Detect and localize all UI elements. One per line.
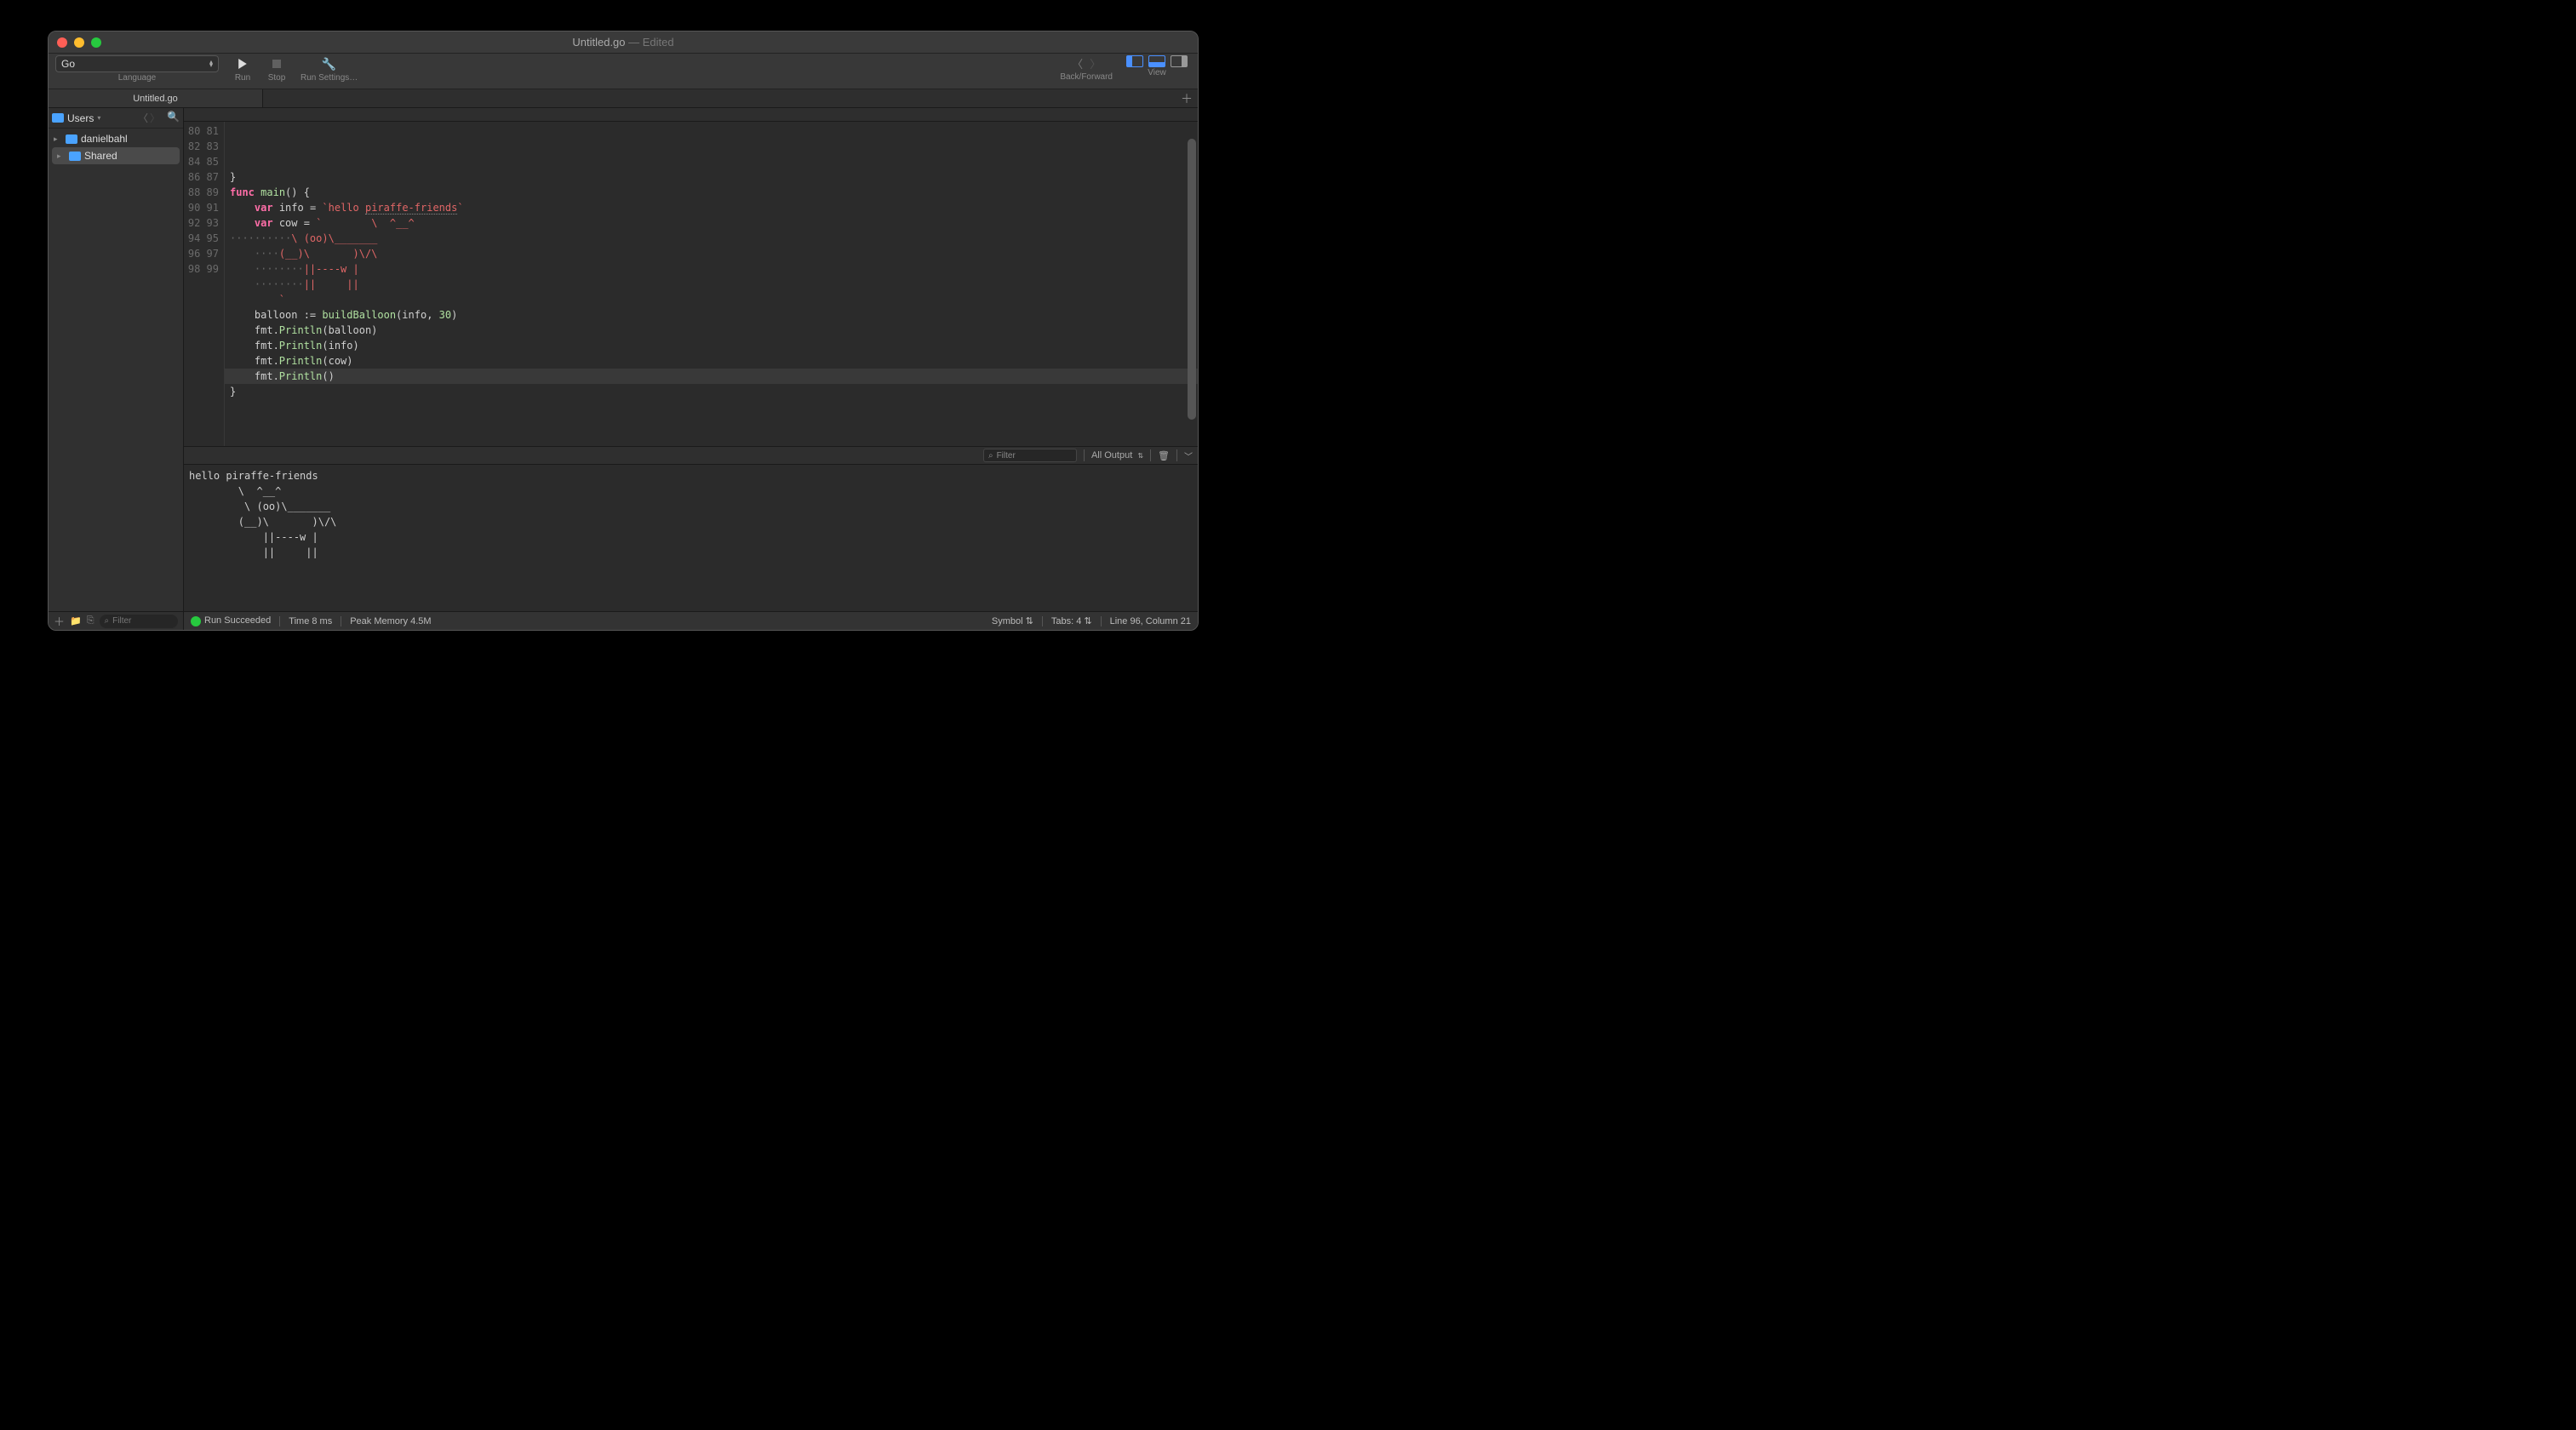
sidebar: Users ▾ 〈 〉 🔍 ▸ danielbahl ▸ Shared xyxy=(49,108,184,630)
code-content[interactable]: }func main() { var info = `hello piraffe… xyxy=(225,122,1198,446)
zoom-window-button[interactable] xyxy=(91,37,101,48)
back-button[interactable]: 〈 xyxy=(1072,55,1083,72)
cursor-position: Line 96, Column 21 xyxy=(1110,616,1191,626)
play-icon xyxy=(238,59,248,69)
view-left-panel-button[interactable] xyxy=(1126,55,1143,67)
output-toolbar: ⌕ Filter All Output ⇅ 🗑 ﹀ xyxy=(184,446,1198,465)
language-value: Go xyxy=(61,58,75,70)
output-filter-placeholder: Filter xyxy=(997,451,1016,460)
sidebar-filter-placeholder: Filter xyxy=(112,616,131,626)
stop-label: Stop xyxy=(268,73,286,83)
symbol-label: Symbol xyxy=(992,616,1023,626)
run-settings-button[interactable]: 🔧 xyxy=(319,55,340,72)
folder-icon xyxy=(52,113,64,123)
title-filename: Untitled.go xyxy=(572,36,625,49)
window-title: Untitled.go — Edited xyxy=(49,36,1198,49)
language-group: Go ▴▾ Language xyxy=(49,54,226,83)
tree-item-shared[interactable]: ▸ Shared xyxy=(52,147,180,164)
language-selector[interactable]: Go ▴▾ xyxy=(55,55,219,72)
traffic-lights xyxy=(57,37,101,48)
symbol-selector[interactable]: Symbol ⇅ xyxy=(992,615,1033,626)
view-bottom-panel-button[interactable] xyxy=(1148,55,1165,67)
view-label: View xyxy=(1148,68,1166,77)
updown-icon: ▴▾ xyxy=(209,60,213,67)
toolbar: Go ▴▾ Language Run Stop 🔧 Run Settings… xyxy=(49,54,1198,89)
stop-group: Stop xyxy=(260,54,294,83)
console-text: hello piraffe-friends \ ^__^ \ (oo)\____… xyxy=(189,470,336,528)
settings-label: Run Settings… xyxy=(301,73,358,83)
editor-pane: 80 81 82 83 84 85 86 87 88 89 90 91 92 9… xyxy=(184,108,1198,630)
memory-status: Peak Memory 4.5M xyxy=(350,616,431,626)
run-button[interactable] xyxy=(232,55,253,72)
line-gutter: 80 81 82 83 84 85 86 87 88 89 90 91 92 9… xyxy=(184,122,225,446)
file-tree: ▸ danielbahl ▸ Shared xyxy=(49,129,183,611)
chevron-right-icon[interactable]: ▸ xyxy=(54,134,62,144)
sidebar-forward-button[interactable]: 〉 xyxy=(150,111,160,125)
close-window-button[interactable] xyxy=(57,37,67,48)
run-group: Run xyxy=(226,54,260,83)
new-folder-button[interactable]: 📁 xyxy=(70,615,82,626)
settings-group: 🔧 Run Settings… xyxy=(294,54,364,83)
nav-label: Back/Forward xyxy=(1060,72,1113,82)
add-file-button[interactable]: ＋ xyxy=(54,613,65,629)
success-icon xyxy=(191,616,201,626)
updown-icon: ⇅ xyxy=(1137,455,1143,458)
run-status: Run Succeeded xyxy=(191,615,271,626)
filter-icon: ⌕ xyxy=(105,616,110,626)
time-status: Time 8 ms xyxy=(289,616,332,626)
run-status-text: Run Succeeded xyxy=(204,615,271,626)
tree-item-danielbahl[interactable]: ▸ danielbahl xyxy=(49,130,183,147)
run-label: Run xyxy=(235,73,250,83)
status-bar: Run Succeeded Time 8 ms Peak Memory 4.5M… xyxy=(184,611,1198,630)
sidebar-footer: ＋ 📁 ⎘ ⌕ Filter xyxy=(49,611,183,630)
stop-button[interactable] xyxy=(266,55,287,72)
action-button[interactable]: ⎘ xyxy=(87,615,94,626)
output-mode-label: All Output xyxy=(1091,450,1132,460)
sidebar-back-button[interactable]: 〈 xyxy=(138,111,148,125)
tab-row: Untitled.go ＋ xyxy=(49,89,1198,108)
tabs-label: Tabs: 4 xyxy=(1051,616,1081,626)
dropdown-icon[interactable]: ▾ xyxy=(97,114,100,122)
new-tab-button[interactable]: ＋ xyxy=(1176,89,1198,107)
title-edited: — Edited xyxy=(628,36,673,49)
console-output[interactable]: hello piraffe-friends \ ^__^ \ (oo)\____… xyxy=(184,465,1198,611)
breadcrumb-strip[interactable] xyxy=(184,108,1198,122)
file-tab[interactable]: Untitled.go xyxy=(49,89,263,107)
chevron-right-icon[interactable]: ▸ xyxy=(57,152,66,161)
nav-group: 〈 〉 Back/Forward xyxy=(1053,54,1119,82)
tree-label: danielbahl xyxy=(81,133,128,145)
trash-button[interactable]: 🗑 xyxy=(1158,450,1170,461)
code-area[interactable]: 80 81 82 83 84 85 86 87 88 89 90 91 92 9… xyxy=(184,122,1198,446)
sidebar-root-label[interactable]: Users xyxy=(67,112,94,124)
titlebar: Untitled.go — Edited xyxy=(49,31,1198,54)
filter-icon: ⌕ xyxy=(988,451,993,460)
chevron-down-icon[interactable]: ﹀ xyxy=(1184,449,1193,462)
output-mode-selector[interactable]: All Output ⇅ xyxy=(1091,450,1143,460)
forward-button[interactable]: 〉 xyxy=(1090,55,1101,72)
console-text-2: ||----w | || || xyxy=(189,531,318,558)
view-right-panel-button[interactable] xyxy=(1171,55,1188,67)
tree-label: Shared xyxy=(84,150,117,162)
sidebar-filter-input[interactable]: ⌕ Filter xyxy=(100,615,178,628)
tabs-selector[interactable]: Tabs: 4 ⇅ xyxy=(1051,615,1092,626)
output-filter-input[interactable]: ⌕ Filter xyxy=(983,449,1077,462)
view-group: View xyxy=(1119,54,1198,77)
minimize-window-button[interactable] xyxy=(74,37,84,48)
wrench-icon: 🔧 xyxy=(322,57,336,72)
main-split: Users ▾ 〈 〉 🔍 ▸ danielbahl ▸ Shared xyxy=(49,108,1198,630)
language-label: Language xyxy=(118,73,157,83)
folder-icon xyxy=(69,152,81,161)
search-icon[interactable]: 🔍 xyxy=(167,111,180,125)
stop-icon xyxy=(272,60,281,68)
folder-icon xyxy=(66,134,77,144)
sidebar-header: Users ▾ 〈 〉 🔍 xyxy=(49,108,183,129)
app-window: Untitled.go — Edited Go ▴▾ Language Run … xyxy=(48,31,1199,631)
